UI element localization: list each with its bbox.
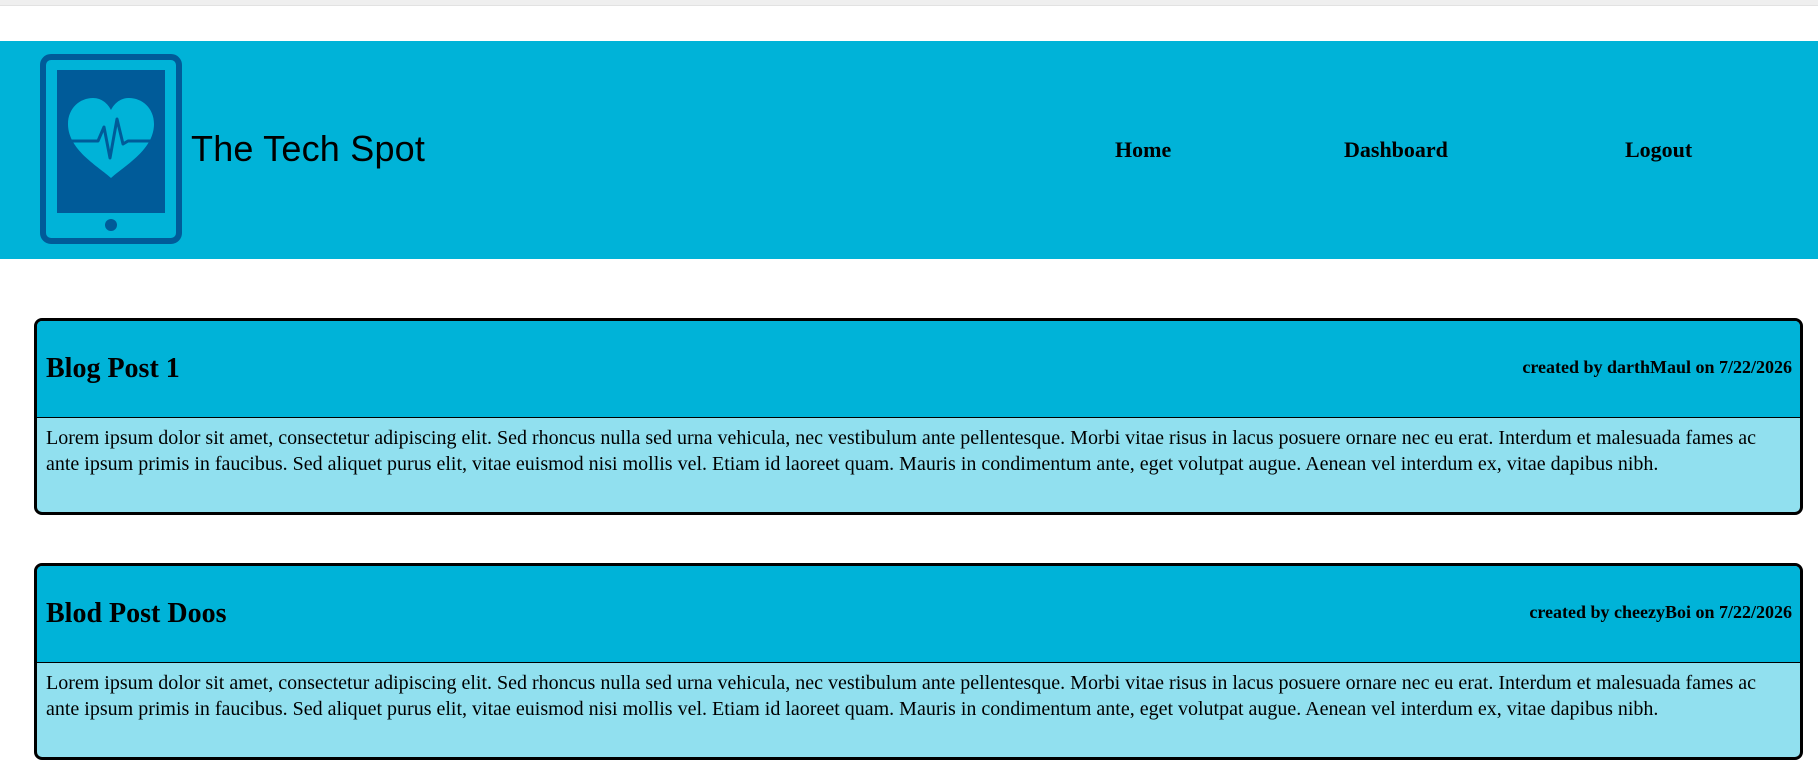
post-meta: created by cheezyBoi on 7/22/2026 bbox=[1529, 602, 1792, 622]
post-header: Blod Post Doos created by cheezyBoi on 7… bbox=[37, 566, 1800, 663]
post-body: Lorem ipsum dolor sit amet, consectetur … bbox=[46, 427, 1756, 475]
nav-link-dashboard[interactable]: Dashboard bbox=[1344, 137, 1448, 163]
post-title[interactable]: Blod Post Doos bbox=[46, 597, 226, 631]
post-title[interactable]: Blog Post 1 bbox=[46, 352, 180, 386]
browser-top-edge bbox=[0, 0, 1818, 6]
nav-link-logout[interactable]: Logout bbox=[1625, 137, 1692, 163]
site-header: The Tech Spot Home Dashboard Logout bbox=[0, 41, 1818, 259]
post-body: Lorem ipsum dolor sit amet, consectetur … bbox=[46, 672, 1756, 720]
blog-post-card[interactable]: Blod Post Doos created by cheezyBoi on 7… bbox=[34, 563, 1803, 760]
tablet-heartbeat-icon bbox=[40, 54, 182, 244]
post-header: Blog Post 1 created by darthMaul on 7/22… bbox=[37, 321, 1800, 418]
nav-link-home[interactable]: Home bbox=[1115, 137, 1171, 163]
blog-post-card[interactable]: Blog Post 1 created by darthMaul on 7/22… bbox=[34, 318, 1803, 515]
post-meta: created by darthMaul on 7/22/2026 bbox=[1522, 357, 1792, 377]
site-title: The Tech Spot bbox=[191, 128, 426, 169]
